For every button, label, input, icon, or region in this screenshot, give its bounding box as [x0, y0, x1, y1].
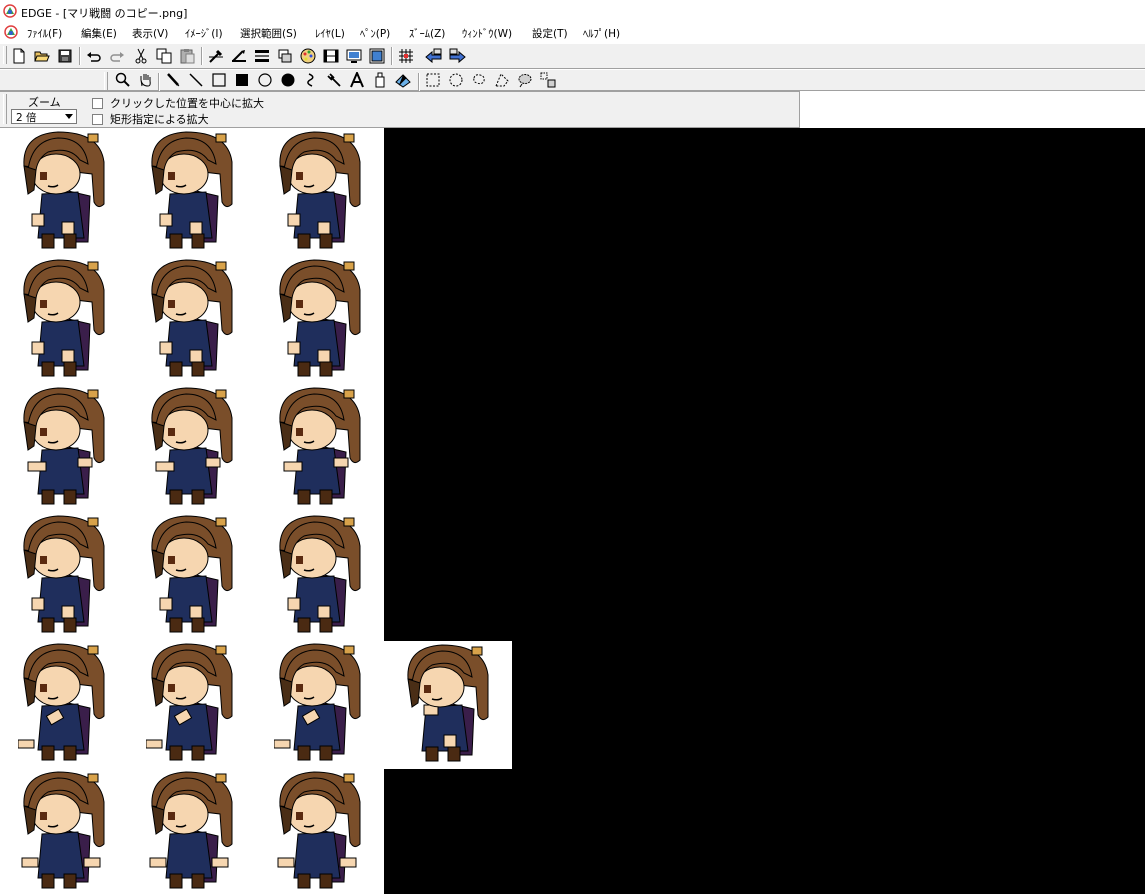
- sprite-frame: [0, 384, 128, 512]
- redo-icon[interactable]: [108, 47, 126, 65]
- sprite-frame-extra[interactable]: [384, 641, 512, 769]
- app-logo-icon: [3, 4, 17, 18]
- sprite-frame: [128, 128, 256, 256]
- pattern-icon[interactable]: [253, 47, 271, 65]
- filled-rectangle-tool-icon[interactable]: [233, 71, 251, 89]
- sprite-frame: [128, 512, 256, 640]
- toolbar-separator: [79, 47, 80, 65]
- open-folder-icon[interactable]: [33, 47, 51, 65]
- sprite-frame: [0, 128, 128, 256]
- sprite-frame: [128, 768, 256, 896]
- cut-icon[interactable]: [132, 47, 150, 65]
- zoom-level-value: 2 倍: [16, 112, 37, 124]
- copy-icon[interactable]: [155, 47, 173, 65]
- rect-zoom-checkbox[interactable]: 矩形指定による拡大: [92, 111, 209, 127]
- palette-icon[interactable]: [299, 47, 317, 65]
- sprite-frame: [0, 256, 128, 384]
- checkbox-box[interactable]: [92, 113, 103, 125]
- toolbar-separator: [158, 73, 159, 91]
- toolbar-separator: [418, 73, 419, 91]
- menu-view[interactable]: 表示(V): [132, 26, 168, 41]
- spray-tool-icon[interactable]: [371, 71, 389, 89]
- zoom-tool-icon[interactable]: [114, 71, 132, 89]
- next-arrow-icon[interactable]: [448, 47, 466, 65]
- zoom-level-select[interactable]: 2 倍: [11, 109, 77, 124]
- lasso-select-icon[interactable]: [470, 71, 488, 89]
- window-title: EDGE - [マリ戦闘 のコピー.png]: [21, 7, 188, 20]
- menu-window[interactable]: ｳｨﾝﾄﾞｳ(W): [462, 26, 512, 41]
- menu-file[interactable]: ﾌｧｲﾙ(F): [27, 26, 62, 41]
- panel-grip[interactable]: [3, 94, 7, 124]
- image-canvas[interactable]: [0, 128, 1145, 894]
- toolbar-grip[interactable]: [104, 72, 108, 90]
- new-file-icon[interactable]: [10, 47, 28, 65]
- polygon-select-icon[interactable]: [493, 71, 511, 89]
- sprite-frame: [256, 256, 384, 384]
- sprite-frame: [128, 256, 256, 384]
- sprite-frame: [256, 384, 384, 512]
- ellipse-select-icon[interactable]: [447, 71, 465, 89]
- sprite-frame: [128, 384, 256, 512]
- sprite-frame: [128, 640, 256, 768]
- eyedropper-icon[interactable]: [207, 47, 225, 65]
- sprite-frame: [256, 640, 384, 768]
- eraser-tool-icon[interactable]: [394, 71, 412, 89]
- prev-arrow-icon[interactable]: [425, 47, 443, 65]
- menu-selection[interactable]: 選択範囲(S): [240, 26, 297, 41]
- rectangle-tool-icon[interactable]: [210, 71, 228, 89]
- title-bar: EDGE - [マリ戦闘 のコピー.png]: [0, 0, 1145, 23]
- layers-icon[interactable]: [276, 47, 294, 65]
- tool-palette: [0, 69, 1145, 91]
- sprite-frame: [256, 768, 384, 896]
- center-zoom-label: クリックした位置を中心に拡大: [110, 97, 264, 110]
- magic-wand-icon[interactable]: [516, 71, 534, 89]
- film-icon[interactable]: [322, 47, 340, 65]
- screen-icon[interactable]: [345, 47, 363, 65]
- menu-layer[interactable]: ﾚｲﾔ(L): [315, 26, 345, 41]
- sprite-frame: [384, 641, 512, 769]
- toolbar-separator: [201, 47, 202, 65]
- fill-tool-icon[interactable]: [325, 71, 343, 89]
- document-icon[interactable]: [4, 25, 18, 39]
- save-icon[interactable]: [56, 47, 74, 65]
- menu-settings[interactable]: 設定(T): [532, 26, 568, 41]
- grid-icon[interactable]: [397, 47, 415, 65]
- sprite-frame: [256, 128, 384, 256]
- rect-zoom-label: 矩形指定による拡大: [110, 113, 209, 126]
- sprite-frame: [0, 512, 128, 640]
- menu-pen[interactable]: ﾍﾟﾝ(P): [360, 26, 390, 41]
- sprite-frame: [0, 640, 128, 768]
- menu-bar: ﾌｧｲﾙ(F) 編集(E) 表示(V) ｲﾒｰｼﾞ(I) 選択範囲(S) ﾚｲﾔ…: [0, 23, 1145, 43]
- move-selection-icon[interactable]: [539, 71, 557, 89]
- rect-select-icon[interactable]: [424, 71, 442, 89]
- main-toolbar: [0, 43, 1145, 69]
- menu-help[interactable]: ﾍﾙﾌﾟ(H): [583, 26, 620, 41]
- menu-zoom[interactable]: ｽﾞｰﾑ(Z): [409, 26, 445, 41]
- hand-tool-icon[interactable]: [137, 71, 155, 89]
- brush-icon[interactable]: [230, 47, 248, 65]
- undo-icon[interactable]: [85, 47, 103, 65]
- text-tool-icon[interactable]: [348, 71, 366, 89]
- filled-ellipse-tool-icon[interactable]: [279, 71, 297, 89]
- toolbar-separator: [391, 47, 392, 65]
- sprite-sheet[interactable]: [0, 128, 384, 894]
- curve-tool-icon[interactable]: [302, 71, 320, 89]
- line-tool-icon[interactable]: [187, 71, 205, 89]
- checkbox-box[interactable]: [92, 97, 103, 109]
- toolbar-grip[interactable]: [3, 46, 7, 64]
- zoom-label: ズーム: [28, 96, 61, 109]
- chevron-down-icon[interactable]: [62, 110, 76, 123]
- sprite-frame: [0, 768, 128, 896]
- paste-icon[interactable]: [178, 47, 196, 65]
- menu-edit[interactable]: 編集(E): [81, 26, 117, 41]
- menu-image[interactable]: ｲﾒｰｼﾞ(I): [185, 26, 223, 41]
- window-icon[interactable]: [368, 47, 386, 65]
- pencil-tool-icon[interactable]: [164, 71, 182, 89]
- sprite-frame: [256, 512, 384, 640]
- ellipse-tool-icon[interactable]: [256, 71, 274, 89]
- center-zoom-checkbox[interactable]: クリックした位置を中心に拡大: [92, 95, 264, 111]
